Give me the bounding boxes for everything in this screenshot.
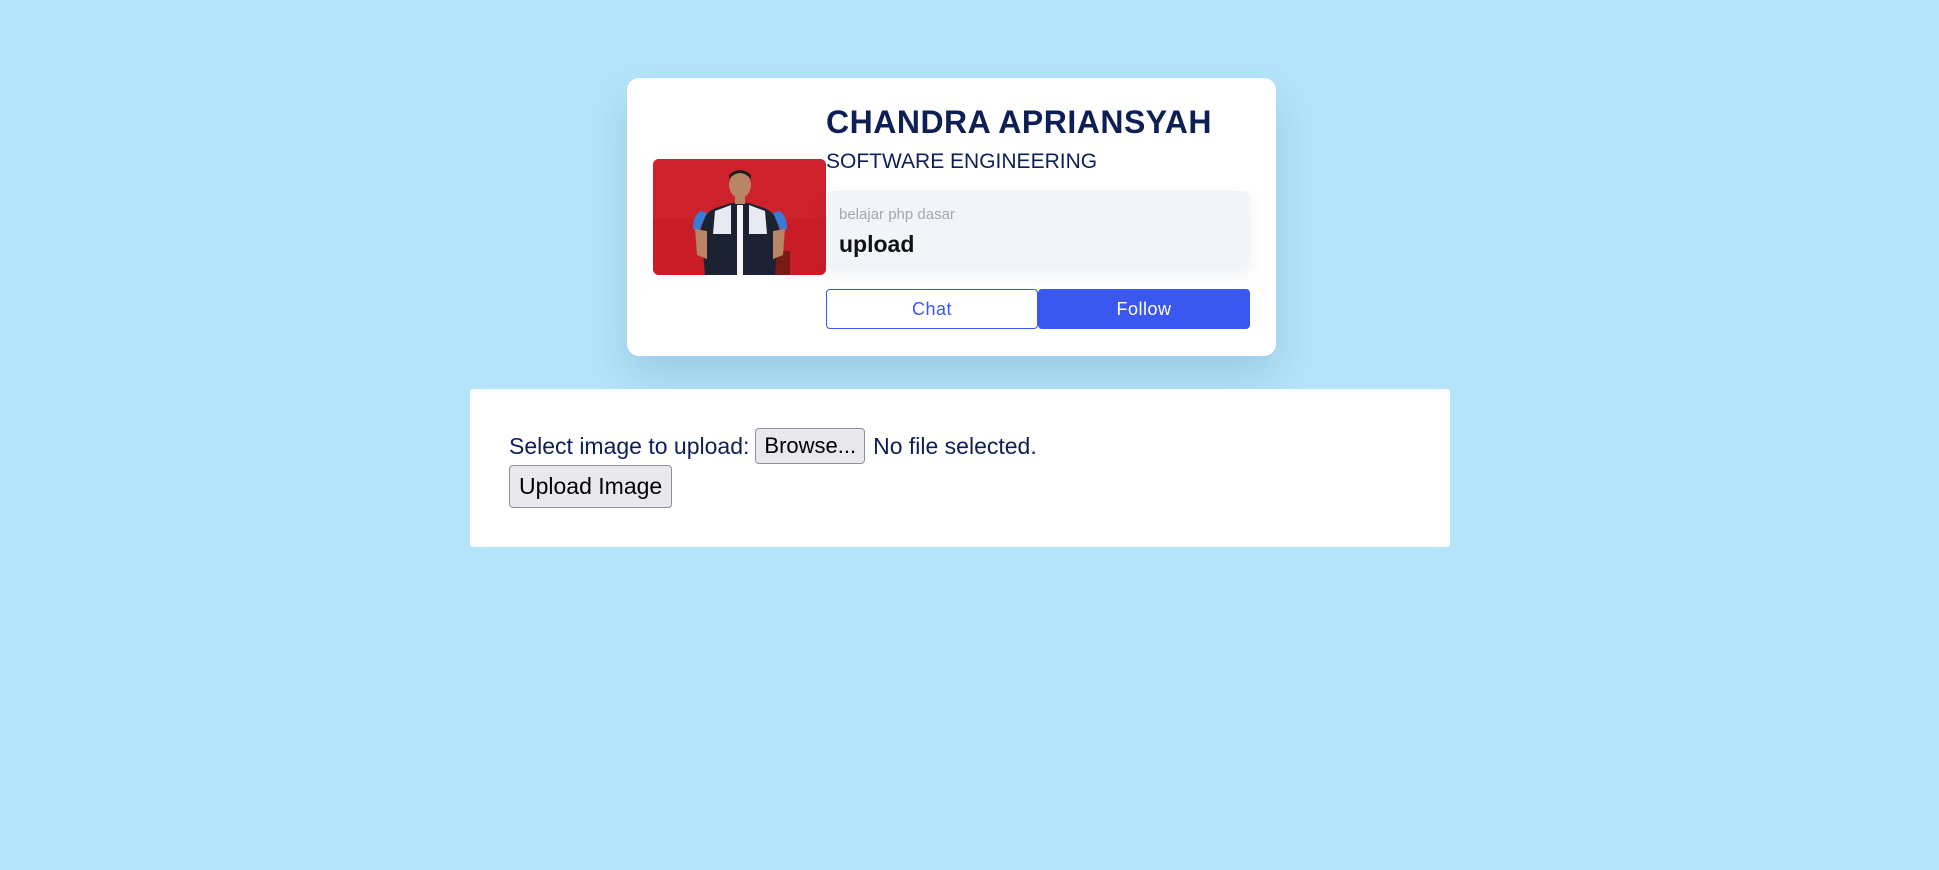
file-select-row: Select image to upload: Browse... No fil…	[509, 428, 1037, 464]
profile-name: CHANDRA APRIANSYAH	[826, 104, 1212, 140]
stat-label: belajar php dasar	[839, 206, 955, 223]
upload-image-button[interactable]: Upload Image	[509, 465, 673, 508]
stat-value: upload	[839, 231, 915, 257]
profile-stat-box: belajar php dasar upload	[826, 191, 1250, 269]
person-photo-icon	[653, 159, 826, 275]
browse-button[interactable]: Browse...	[755, 428, 866, 464]
file-status: No file selected.	[873, 432, 1037, 459]
upload-label: Select image to upload:	[509, 432, 750, 459]
follow-button[interactable]: Follow	[1038, 289, 1250, 329]
upload-form: Select image to upload: Browse... No fil…	[470, 389, 1450, 547]
profile-card: CHANDRA APRIANSYAH SOFTWARE ENGINEERING …	[627, 78, 1276, 356]
profile-role: SOFTWARE ENGINEERING	[826, 150, 1098, 173]
profile-photo	[653, 159, 826, 275]
chat-button[interactable]: Chat	[826, 289, 1038, 329]
